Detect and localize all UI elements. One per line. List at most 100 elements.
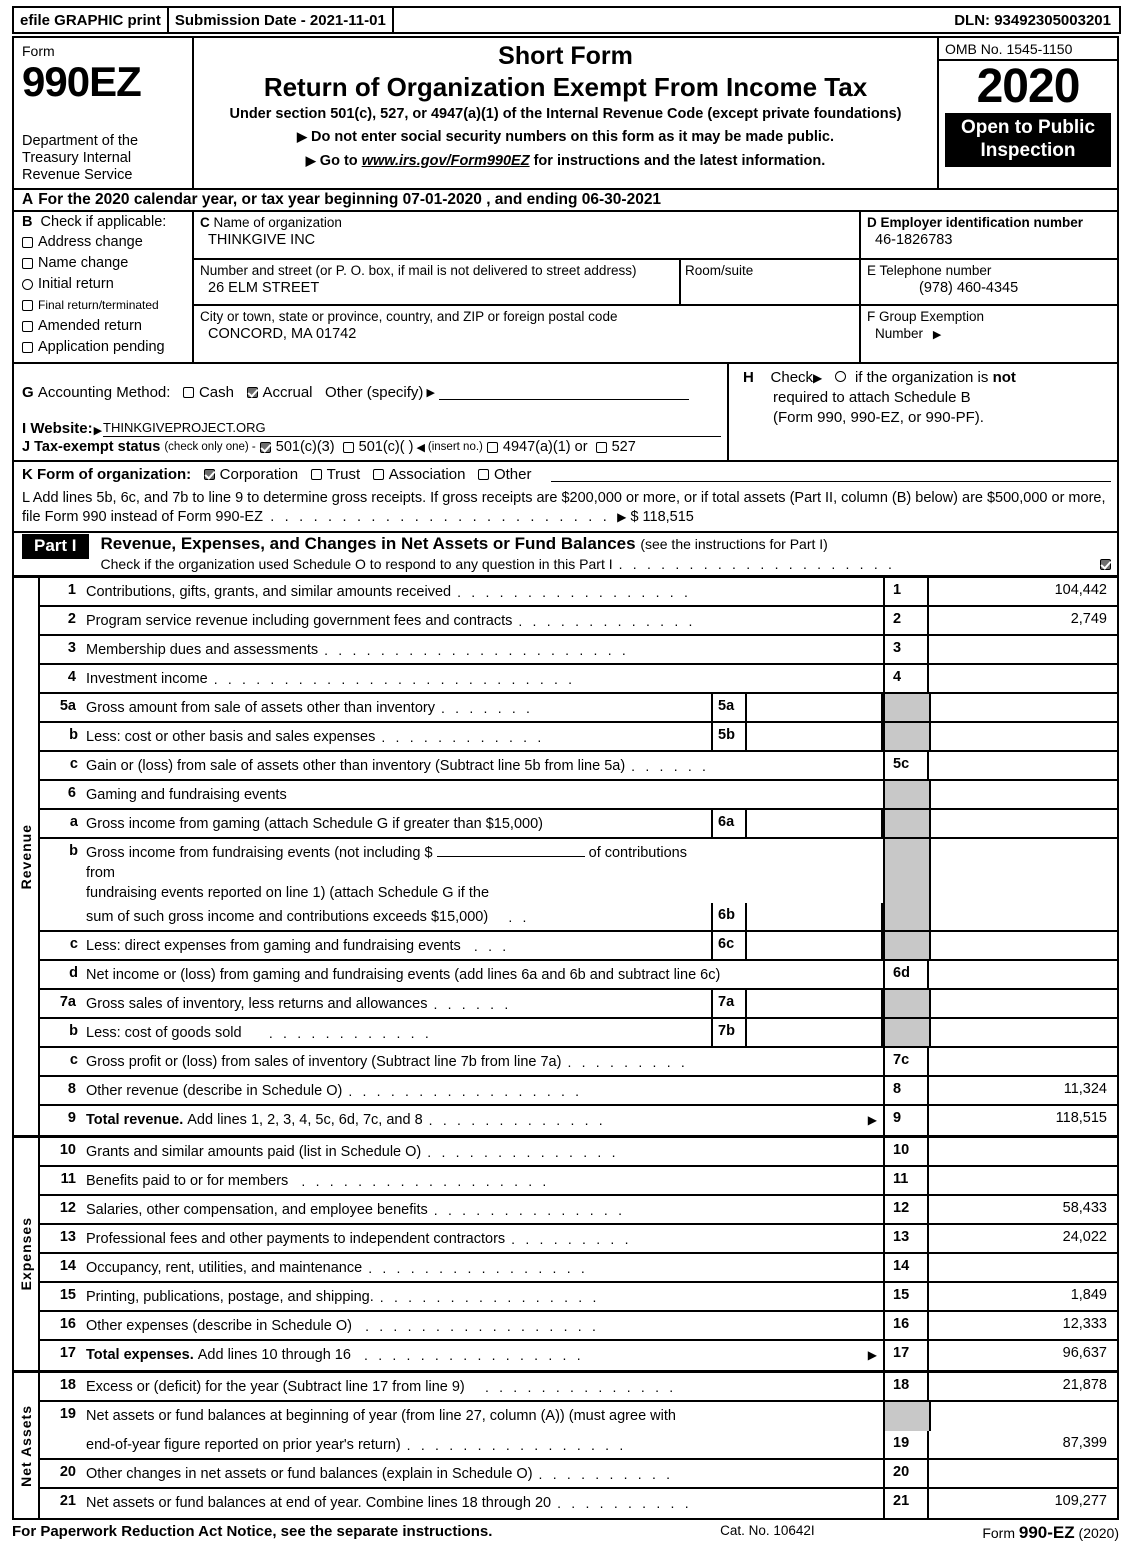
sub-box-amount[interactable]	[747, 723, 881, 750]
checkbox-other-org-icon[interactable]	[477, 469, 489, 480]
checkbox-association-icon[interactable]	[372, 469, 384, 480]
sub-box-amount[interactable]	[747, 903, 881, 930]
line-amount[interactable]	[929, 961, 1117, 988]
line-amount[interactable]	[929, 1048, 1117, 1075]
line-amount[interactable]	[929, 1138, 1117, 1165]
line-box-number: 21	[883, 1489, 929, 1518]
line-number: 11	[60, 1171, 76, 1187]
line-number: b	[69, 1023, 78, 1039]
checkbox-501c-icon[interactable]	[342, 441, 354, 453]
checkbox-address-change[interactable]: Address change	[22, 232, 186, 253]
line-number: 7a	[59, 994, 76, 1010]
checkbox-icon[interactable]	[22, 237, 33, 248]
checkbox-icon[interactable]	[22, 279, 33, 290]
sub-box-amount[interactable]	[747, 1019, 881, 1046]
line-number: 1	[67, 582, 76, 598]
checkbox-corporation-icon[interactable]	[203, 469, 215, 480]
sub-box-amount[interactable]	[747, 810, 881, 837]
checkbox-527-icon[interactable]	[595, 441, 607, 453]
association-label: Association	[388, 466, 466, 483]
line-box-number: 13	[883, 1225, 929, 1252]
line-number: 5a	[59, 698, 76, 714]
checkbox-4947a1-icon[interactable]	[486, 441, 498, 453]
checkbox-501c3-icon[interactable]	[259, 441, 271, 453]
line-amount[interactable]: 96,637	[929, 1341, 1117, 1370]
checkbox-icon[interactable]	[22, 321, 33, 332]
section-g-accounting-method: G Accounting Method: Cash Accrual Other …	[14, 364, 727, 418]
org-name-label-text: Name of organization	[213, 215, 342, 230]
sub-box-amount[interactable]	[747, 932, 881, 959]
checkbox-name-change[interactable]: Name change	[22, 253, 186, 274]
line-box-number: 19	[883, 1431, 929, 1458]
part1-check-text: Check if the organization used Schedule …	[100, 556, 613, 572]
spacer-cell	[711, 839, 883, 903]
line-amount[interactable]: 24,022	[929, 1225, 1117, 1252]
line-amount[interactable]: 118,515	[929, 1106, 1117, 1135]
shaded-cell	[883, 903, 929, 930]
department-label: Department of the Treasury Internal Reve…	[22, 133, 139, 183]
line-amount[interactable]	[929, 1254, 1117, 1281]
line-amount[interactable]: 58,433	[929, 1196, 1117, 1223]
checkbox-accrual-icon[interactable]	[246, 386, 258, 398]
group-exemption-number-row: Number ▶	[867, 325, 1113, 344]
line-description: end-of-year figure reported on prior yea…	[82, 1431, 883, 1458]
section-b-heading: B Check if applicable:	[22, 214, 186, 230]
revenue-section: Revenue 1 Contributions, gifts, grants, …	[14, 578, 1117, 1138]
sub-box-amount[interactable]	[747, 990, 881, 1017]
shaded-cell	[883, 932, 929, 959]
sub-box-amount[interactable]	[747, 694, 881, 721]
line-amount[interactable]: 104,442	[929, 578, 1117, 605]
line-amount[interactable]	[929, 1460, 1117, 1487]
other-specify-input[interactable]	[438, 384, 689, 400]
table-row: 15 Printing, publications, postage, and …	[40, 1283, 1117, 1312]
line-number: 3	[67, 640, 76, 656]
line-description: Net assets or fund balances at beginning…	[82, 1402, 883, 1431]
line-amount[interactable]	[929, 1167, 1117, 1194]
line-box-number: 6d	[883, 961, 929, 988]
checkbox-amended-return[interactable]: Amended return	[22, 316, 186, 337]
website-value[interactable]: THINKGIVEPROJECT.ORG	[103, 420, 721, 437]
line-amount[interactable]	[929, 752, 1117, 779]
section-l-gross-receipts: L Add lines 5b, 6c, and 7b to line 9 to …	[22, 490, 1106, 525]
footer-form-number: 990-EZ	[1018, 1523, 1075, 1542]
irs-website-link[interactable]: www.irs.gov/Form990EZ	[362, 153, 530, 169]
triangle-right-icon-total-revenue: ▶	[867, 1113, 877, 1127]
line-box-number: 15	[883, 1283, 929, 1310]
checkbox-icon[interactable]	[22, 342, 33, 353]
line-number	[40, 903, 82, 930]
checkbox-trust-icon[interactable]	[310, 469, 322, 480]
line-text: Excess or (deficit) for the year (Subtra…	[86, 1379, 465, 1395]
other-org-input[interactable]	[551, 467, 1111, 482]
line-amount	[929, 932, 1117, 959]
line-amount[interactable]	[929, 665, 1117, 692]
line-text: Benefits paid to or for members	[86, 1173, 289, 1189]
line-description: Net assets or fund balances at end of ye…	[82, 1489, 883, 1518]
line-amount[interactable]: 2,749	[929, 607, 1117, 634]
checkbox-icon[interactable]	[22, 258, 33, 269]
line-amount[interactable]: 12,333	[929, 1312, 1117, 1339]
line-amount[interactable]: 11,324	[929, 1077, 1117, 1104]
omb-year-block: OMB No. 1545-1150 2020 Open to Public In…	[939, 38, 1117, 188]
line-amount[interactable]: 87,399	[929, 1431, 1117, 1458]
checkbox-label: Amended return	[38, 318, 142, 334]
line-number: 4	[67, 669, 76, 685]
checkbox-cash-icon[interactable]	[182, 386, 194, 398]
line-number: 16	[59, 1316, 76, 1332]
fundraising-contrib-input[interactable]	[436, 856, 585, 857]
checkbox-application-pending[interactable]: Application pending	[22, 337, 186, 358]
leader-dots: . . . . . . .	[440, 700, 534, 716]
expenses-section: Expenses 10 Grants and similar amounts p…	[14, 1138, 1117, 1373]
checkbox-schedule-b-icon[interactable]	[834, 371, 846, 382]
checkbox-initial-return[interactable]: Initial return	[22, 274, 186, 295]
line-number: 18	[59, 1377, 76, 1393]
line-text: Gaming and fundraising events	[86, 787, 287, 803]
line-amount[interactable]: 21,878	[929, 1373, 1117, 1400]
line-number: 15	[59, 1287, 76, 1303]
org-city-value: CONCORD, MA 01742	[208, 326, 357, 342]
checkbox-final-return[interactable]: Final return/terminated	[22, 295, 186, 316]
line-amount[interactable]	[929, 636, 1117, 663]
line-amount[interactable]: 109,277	[929, 1489, 1117, 1518]
checkbox-icon[interactable]	[22, 300, 33, 311]
checkbox-schedule-o-icon[interactable]	[1100, 558, 1111, 570]
line-amount[interactable]: 1,849	[929, 1283, 1117, 1310]
